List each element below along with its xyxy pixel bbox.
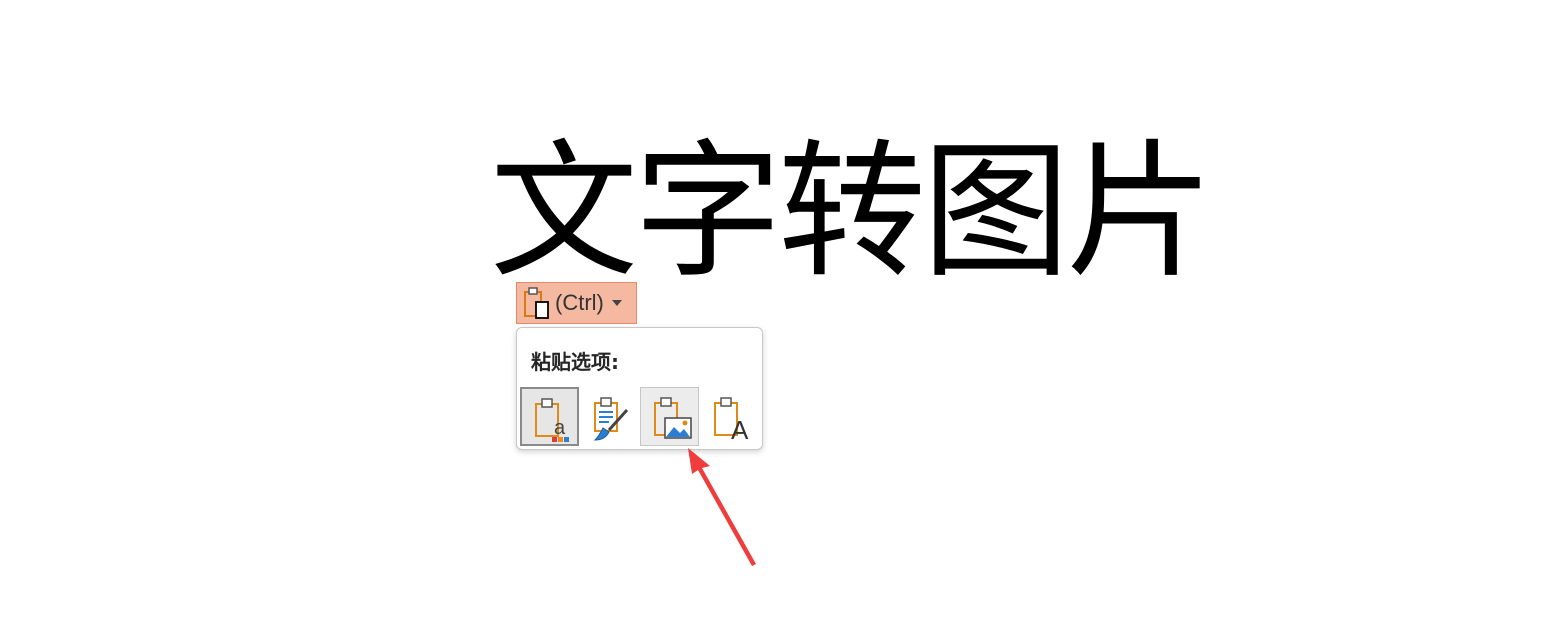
paste-options-popup: 粘贴选项: a A <box>516 327 763 450</box>
svg-text:A: A <box>731 415 749 442</box>
use-destination-theme-icon: a <box>535 398 569 442</box>
paste-option-use-destination-theme[interactable]: a <box>520 387 579 446</box>
paste-ctrl-label: (Ctrl) <box>555 290 604 315</box>
paste-option-picture[interactable] <box>640 387 699 446</box>
clipboard-paste-icon <box>524 287 549 319</box>
paste-as-picture-icon <box>654 397 692 439</box>
svg-text:a: a <box>554 417 566 439</box>
paste-option-keep-source-formatting[interactable] <box>580 387 639 446</box>
keep-text-only-icon: A <box>714 397 749 442</box>
dropdown-caret-icon <box>611 300 622 306</box>
red-arrow-icon <box>688 448 756 566</box>
paste-options-button[interactable]: (Ctrl) <box>516 282 637 324</box>
paste-options-heading: 粘贴选项: <box>531 350 619 374</box>
slide-title-text[interactable]: 文字转图片 <box>490 138 1214 286</box>
paste-option-keep-text-only[interactable]: A <box>700 387 759 446</box>
keep-source-formatting-icon <box>593 397 629 441</box>
